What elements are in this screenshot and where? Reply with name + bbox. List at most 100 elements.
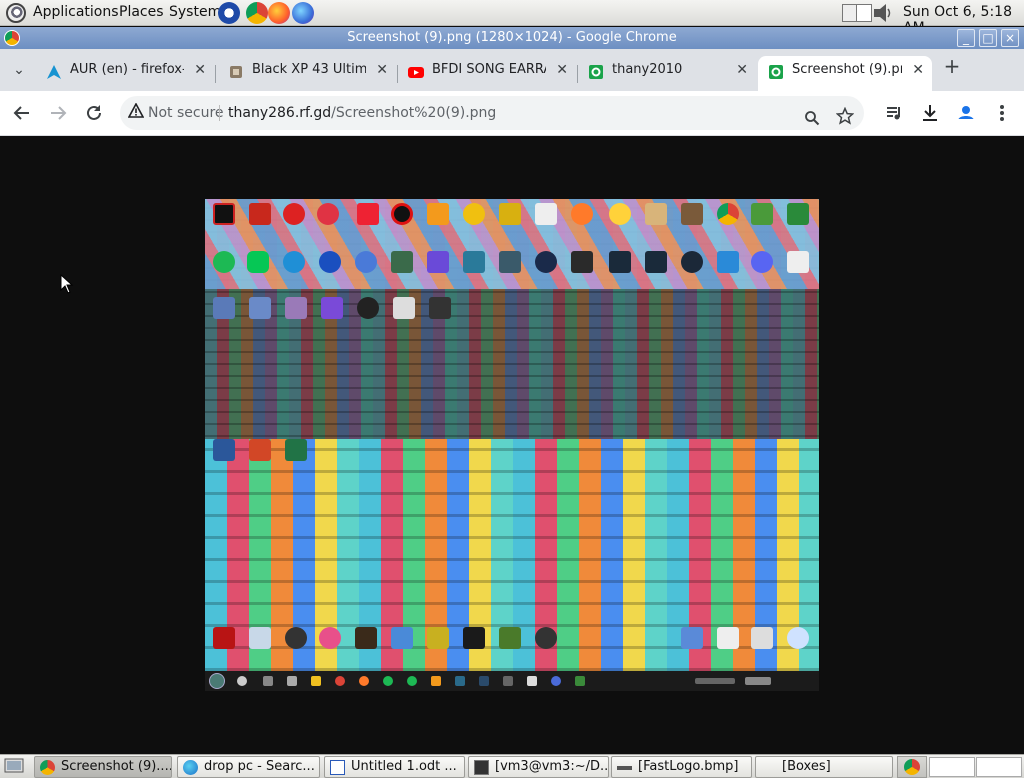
tab-title: Black XP 43 Ultima [252,62,366,77]
obs-icon [357,297,379,319]
menu-places[interactable]: Places [119,4,164,20]
menu-system[interactable]: System [169,4,221,20]
taskbar-item-chrome[interactable]: Screenshot (9).... [34,756,172,778]
forward-icon[interactable] [47,102,69,124]
tab-close-icon[interactable]: ✕ [556,56,568,84]
tab-close-icon[interactable]: ✕ [376,56,388,84]
desktop-app-icon [213,203,235,225]
taskbar-item-image-viewer[interactable]: [FastLogo.bmp] [611,756,752,778]
app-icon [535,203,557,225]
tab-aur[interactable]: AUR (en) - firefox-n ✕ [36,56,214,91]
displayed-image[interactable] [205,199,819,691]
steam-icon [681,251,703,273]
app-icon [717,251,739,273]
app-icon [751,627,773,649]
taskbar-item-label: [vm3@vm3:~/D... [495,759,609,774]
window-title-bar[interactable]: Screenshot (9).png (1280×1024) - Google … [0,27,1024,49]
tab-search-chevron-icon[interactable]: ⌄ [8,59,30,81]
tab-thany2010[interactable]: thany2010 ✕ [578,56,756,91]
chrome-launcher-icon[interactable] [246,2,268,24]
download-icon[interactable] [919,102,941,124]
maximize-button[interactable]: □ [979,29,997,47]
back-icon[interactable] [11,102,33,124]
window-list-icon[interactable] [856,4,872,22]
audacity-icon [319,251,341,273]
flash-icon [213,627,235,649]
firefox-dev-launcher-icon[interactable] [292,2,314,24]
menu-icon[interactable] [991,102,1013,124]
tab-close-icon[interactable]: ✕ [194,56,206,84]
show-desktop-icon[interactable] [4,758,24,778]
close-button[interactable]: × [1001,29,1019,47]
reload-icon[interactable] [83,102,105,124]
tab-black-xp[interactable]: Black XP 43 Ultima ✕ [218,56,396,91]
applications-logo-icon[interactable] [6,3,26,23]
workspace-2[interactable] [929,757,975,777]
url-path: /Screenshot%20(9).png [331,105,497,121]
app-icon [717,627,739,649]
warning-icon[interactable] [127,96,145,130]
filezilla-icon [249,203,271,225]
minimized-window-icon [617,766,632,770]
tab-screenshot[interactable]: Screenshot (9).png ✕ [758,56,932,91]
app-icon [391,627,413,649]
app-icon [681,627,703,649]
powerpoint-icon [249,439,271,461]
counter-strike-icon [463,627,485,649]
workspace-switcher[interactable] [897,756,927,778]
taskbar-item-label: Untitled 1.odt ... [351,759,457,774]
app-icon [609,203,631,225]
taskbar-item-edge[interactable]: drop pc - Searc... [177,756,320,778]
menu-applications[interactable]: Applications [33,4,119,20]
excel-icon [285,439,307,461]
taskbar-item-label: [Boxes] [782,759,831,774]
workspace-3[interactable] [976,757,1022,777]
minimize-button[interactable]: _ [957,29,975,47]
app-icon [503,676,513,686]
profile-icon[interactable] [955,102,977,124]
app-icon [391,251,413,273]
media-icon[interactable] [884,102,906,124]
app-icon [213,297,235,319]
page-viewport[interactable] [0,136,1024,754]
chrome-icon [904,759,920,775]
taskbar-item-terminal[interactable]: [vm3@vm3:~/D... [468,756,609,778]
site-favicon-icon [588,63,604,79]
zoom-icon[interactable] [804,105,820,139]
search-icon [237,676,247,686]
top-panel: Applications Places System Sun Oct 6, 5:… [0,0,1024,36]
tab-divider [215,65,216,83]
vegas-icon [609,251,631,273]
chrome-icon [335,676,345,686]
firefox-icon [359,676,369,686]
security-chip[interactable]: Not secure [148,96,224,130]
app-icon [787,251,809,273]
line-icon [247,251,269,273]
bottom-panel: Screenshot (9).... drop pc - Searc... Un… [0,754,1024,778]
tab-title: thany2010 [612,62,683,77]
new-tab-button[interactable]: + [941,55,963,77]
firefox-launcher-icon[interactable] [268,2,290,24]
edge-icon [283,251,305,273]
vscode-launcher-icon[interactable] [218,2,240,24]
tab-bfdi-song[interactable]: BFDI SONG EARRA ✕ [398,56,576,91]
app-icon [535,627,557,649]
omnibox[interactable]: Not secure thany286.rf.gd/Screenshot%20(… [120,96,864,130]
site-favicon-icon [768,63,784,79]
recycle-bin-icon [787,627,809,649]
vlc-icon [427,203,449,225]
tab-close-icon[interactable]: ✕ [736,56,748,84]
tab-close-icon[interactable]: ✕ [912,56,924,84]
app-icon [263,676,273,686]
taskbar-item-writer[interactable]: Untitled 1.odt ... [324,756,465,778]
app-icon [427,251,449,273]
tab-title: AUR (en) - firefox-n [70,62,184,77]
star-icon[interactable] [835,104,855,138]
chrome-icon [40,760,55,775]
browser-toolbar: Not secure thany286.rf.gd/Screenshot%20(… [0,91,1024,136]
tray-clock [745,677,771,685]
volume-icon[interactable] [872,3,894,23]
taskbar-item-boxes[interactable]: [Boxes] [755,756,893,778]
url-text[interactable]: thany286.rf.gd/Screenshot%20(9).png [228,96,496,130]
app-icon [681,203,703,225]
